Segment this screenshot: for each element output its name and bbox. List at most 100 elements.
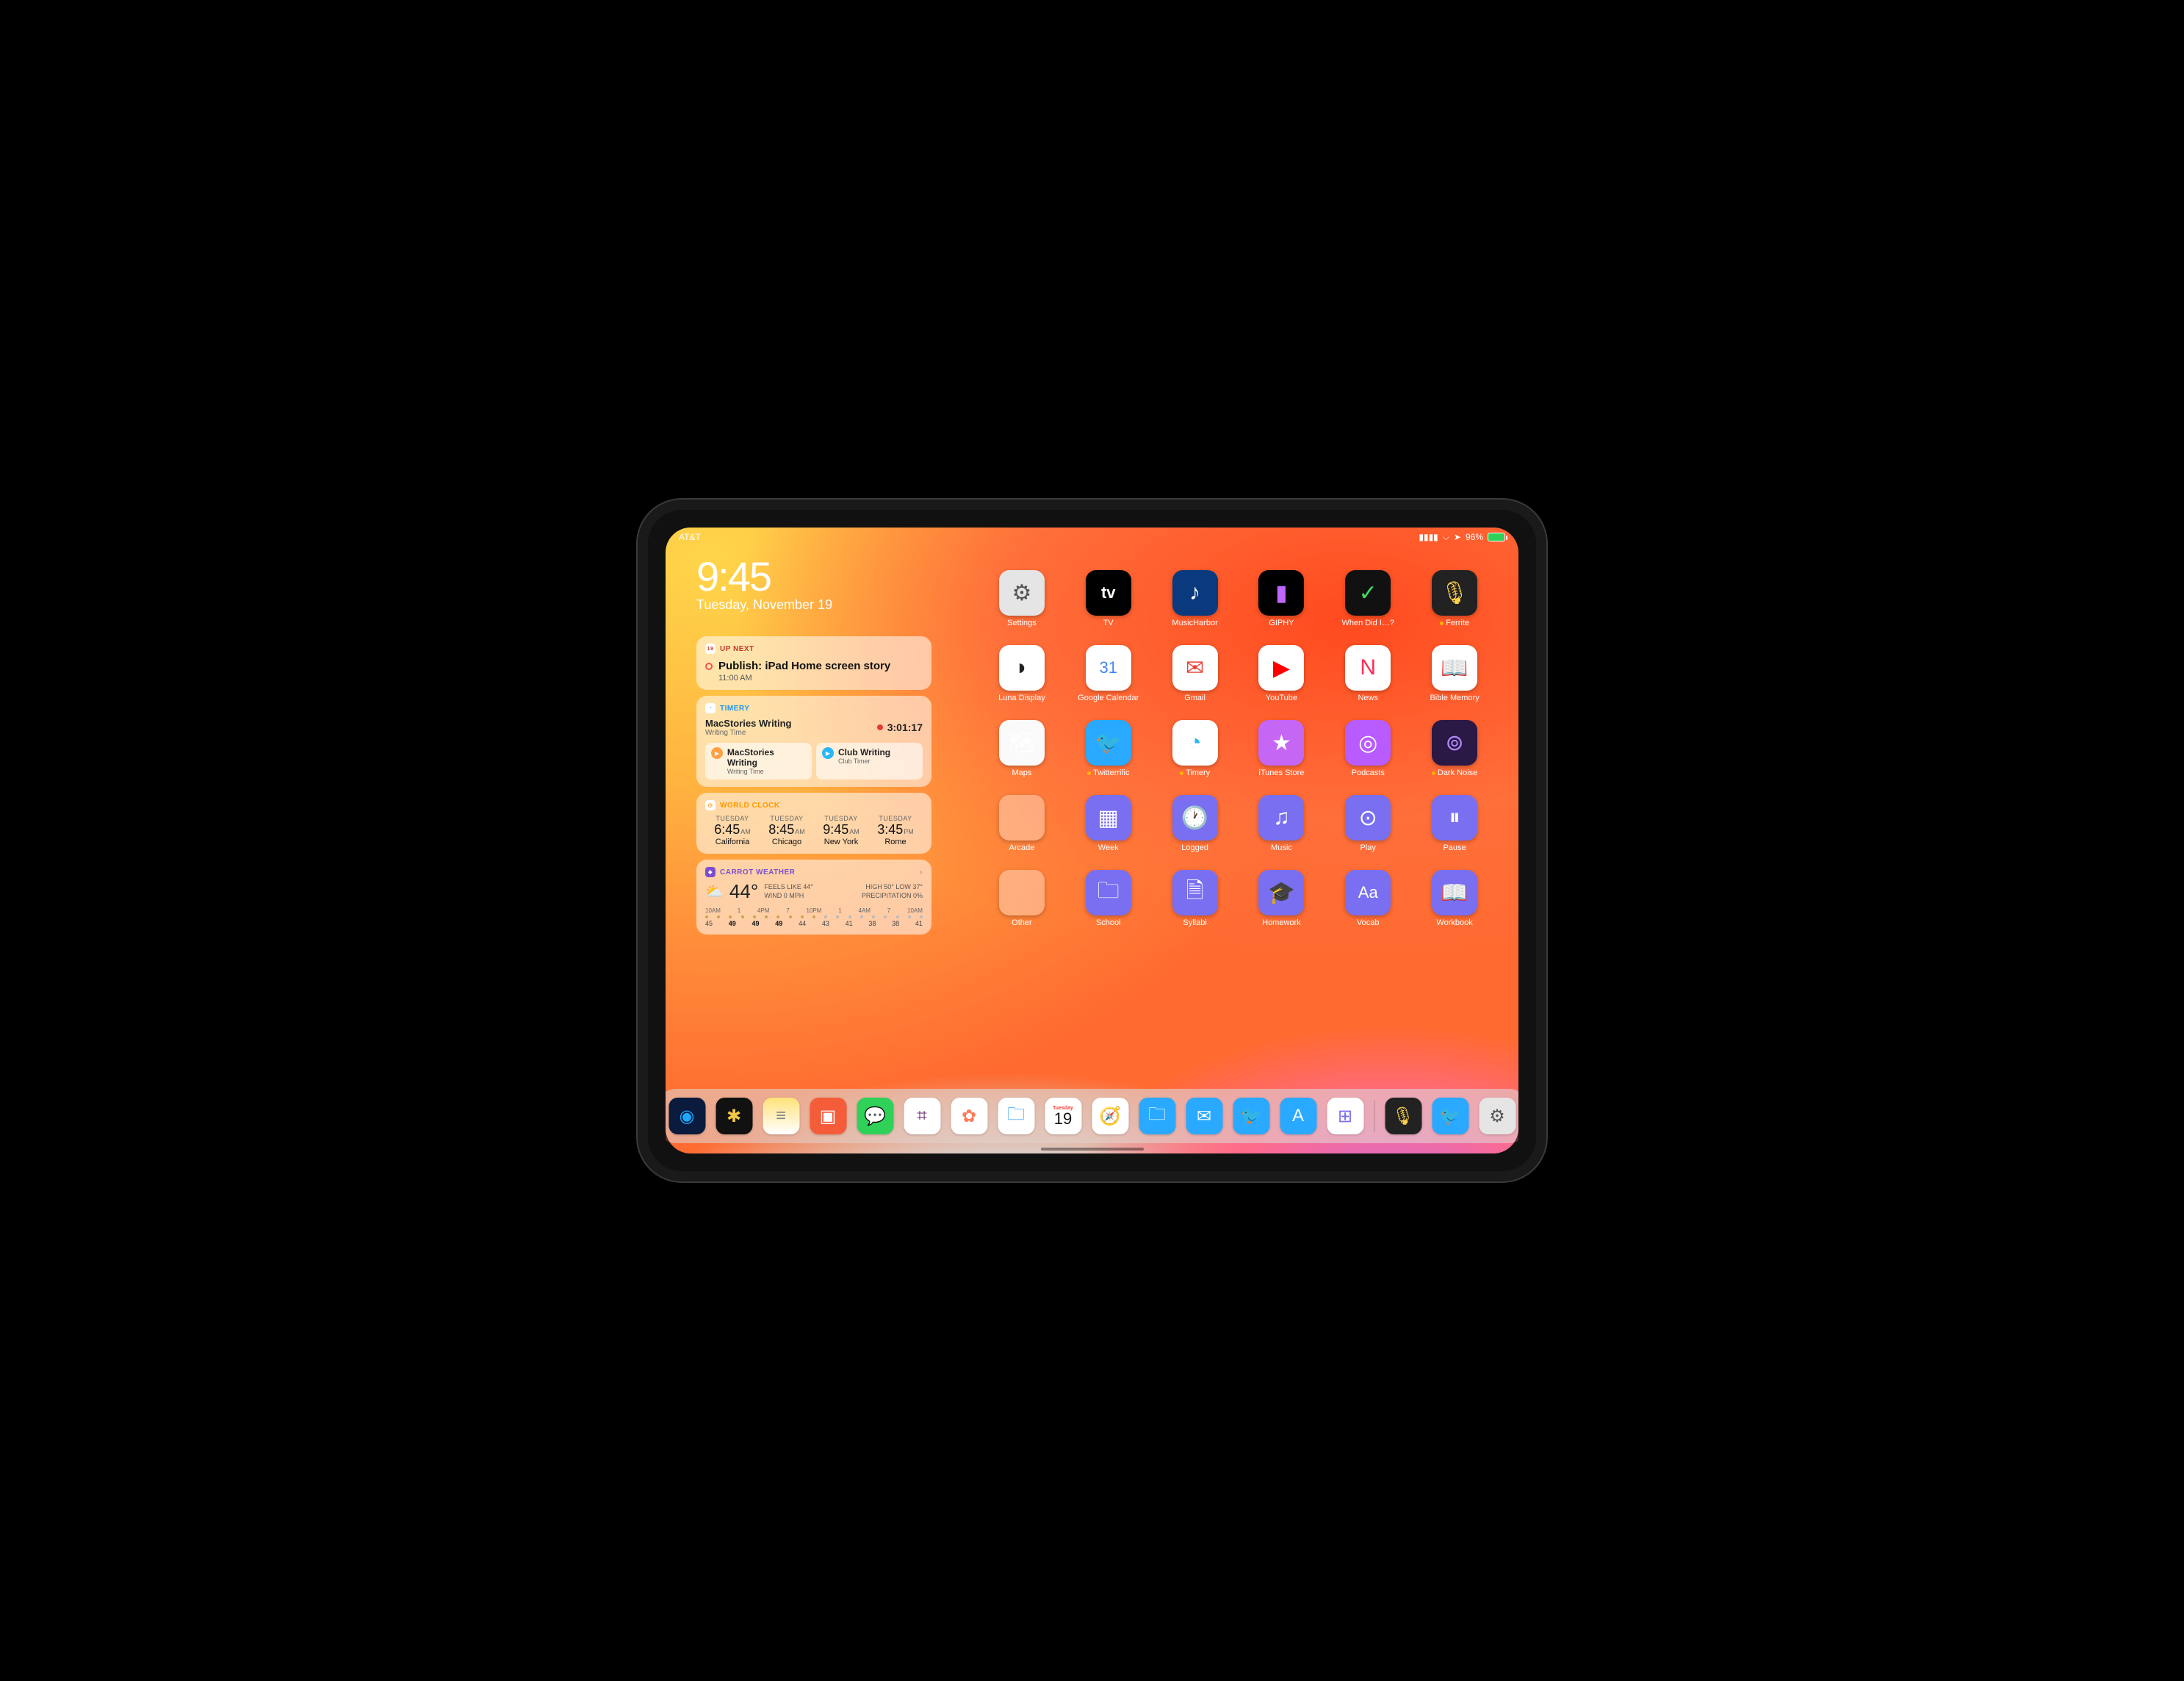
recording-icon xyxy=(877,724,883,730)
app-label: Maps xyxy=(1012,768,1031,777)
battery-icon xyxy=(1488,533,1505,541)
app-gmail[interactable]: ✉Gmail xyxy=(1162,645,1228,702)
app-label: Syllabi xyxy=(1183,918,1206,927)
clock-time: 9:45 xyxy=(696,552,832,600)
app-news[interactable]: NNews xyxy=(1335,645,1401,702)
app-icon: ✉ xyxy=(1172,645,1218,691)
app-workbook[interactable]: 📖Workbook xyxy=(1421,870,1488,927)
widget-weather[interactable]: ◆ CARROT WEATHER › ⛅ 44° FEELS LIKE 44° … xyxy=(696,860,931,935)
app-icon: 📖 xyxy=(1432,870,1477,915)
app-logged[interactable]: 🕐Logged xyxy=(1162,795,1228,852)
dock-app-app-store[interactable]: A xyxy=(1280,1098,1316,1134)
app-dark-noise[interactable]: ⊚Dark Noise xyxy=(1421,720,1488,777)
app-google-calendar[interactable]: 31 Google Calendar xyxy=(1075,645,1142,702)
widget-upnext[interactable]: 19 UP NEXT Publish: iPad Home screen sto… xyxy=(696,636,931,690)
dock-app-mail[interactable]: ✉ xyxy=(1186,1098,1222,1134)
app-homework[interactable]: 🎓Homework xyxy=(1249,870,1315,927)
dock-app-ferrite[interactable]: 🎙 xyxy=(1385,1098,1421,1134)
app-icon: Aa xyxy=(1345,870,1391,915)
worldclock-city: TUESDAY3:45PMRome xyxy=(868,815,923,846)
app-musicharbor[interactable]: ♪MusicHarbor xyxy=(1162,570,1228,627)
widget-worldclock[interactable]: ◷ WORLD CLOCK TUESDAY6:45AMCaliforniaTUE… xyxy=(696,793,931,854)
timery-start-button-2[interactable]: ▶ Club Writing Club Timer xyxy=(816,743,923,780)
app-syllabi[interactable]: 🗎 Syllabi xyxy=(1162,870,1228,927)
event-time: 11:00 AM xyxy=(718,674,923,683)
weather-condition-icon: ⛅ xyxy=(705,882,724,901)
app-tv[interactable]: tvTV xyxy=(1075,570,1142,627)
weather-feels: FEELS LIKE 44° xyxy=(764,883,813,892)
dock-app-photos[interactable]: ✿ xyxy=(951,1098,987,1134)
app-label: Settings xyxy=(1007,619,1037,627)
app-icon: 31 xyxy=(1086,645,1131,691)
timery-btn1-project: MacStories Writing xyxy=(727,747,806,768)
app-label: Vocab xyxy=(1357,918,1380,927)
app-pause[interactable]: ⏸Pause xyxy=(1421,795,1488,852)
dock-app-deliveries[interactable]: ▣ xyxy=(810,1098,846,1134)
dock-app-safari[interactable]: 🧭 xyxy=(1092,1098,1128,1134)
widget-timery[interactable]: ◔ TIMERY MacStories Writing Writing Time… xyxy=(696,696,931,787)
app-label: Music xyxy=(1271,843,1292,852)
app-icon: ★ xyxy=(1258,720,1304,766)
chevron-right-icon: › xyxy=(920,868,923,877)
dock-app-twitter[interactable]: 🐦 xyxy=(1233,1098,1269,1134)
dock-app-twitterrific[interactable]: 🐦 xyxy=(1432,1098,1468,1134)
app-play[interactable]: ⊙Play xyxy=(1335,795,1401,852)
app-label: GIPHY xyxy=(1269,619,1294,627)
dock-app-shortcuts[interactable]: ⊞ xyxy=(1327,1098,1363,1134)
dock-app-messages[interactable]: 💬 xyxy=(857,1098,893,1134)
app-ferrite[interactable]: 🎙Ferrite xyxy=(1421,570,1488,627)
app-other[interactable]: Other xyxy=(989,870,1055,927)
dock-app-day-one[interactable]: ✱ xyxy=(716,1098,752,1134)
today-view: 19 UP NEXT Publish: iPad Home screen sto… xyxy=(696,636,931,935)
dock-app-files[interactable]: 🗀 xyxy=(998,1098,1034,1134)
app-week[interactable]: ▦Week xyxy=(1075,795,1142,852)
calendar-badge-icon: 19 xyxy=(705,644,716,654)
app-when-did-i-[interactable]: ✓When Did I…? xyxy=(1335,570,1401,627)
app-vocab[interactable]: Aa Vocab xyxy=(1335,870,1401,927)
app-giphy[interactable]: ▮GIPHY xyxy=(1249,570,1315,627)
app-icon: ✓ xyxy=(1345,570,1391,616)
app-itunes-store[interactable]: ★iTunes Store xyxy=(1249,720,1315,777)
app-podcasts[interactable]: ◎Podcasts xyxy=(1335,720,1401,777)
location-icon: ➤ xyxy=(1454,532,1461,542)
dock-app-notes[interactable]: ≡ xyxy=(763,1098,799,1134)
timery-start-button-1[interactable]: ▶ MacStories Writing Writing Time xyxy=(705,743,812,780)
app-twitterrific[interactable]: 🐦Twitterrific xyxy=(1075,720,1142,777)
app-label: Play xyxy=(1361,843,1376,852)
signal-icon: ▮▮▮▮ xyxy=(1419,532,1438,542)
weather-high: HIGH 50° xyxy=(865,883,894,890)
dock-app-calendar[interactable]: Tuesday19 xyxy=(1045,1098,1081,1134)
app-youtube[interactable]: ▶YouTube xyxy=(1249,645,1315,702)
app-bible-memory[interactable]: 📖Bible Memory xyxy=(1421,645,1488,702)
app-maps[interactable]: 🗺Maps xyxy=(989,720,1055,777)
app-icon: 🗎 xyxy=(1172,870,1218,915)
app-music[interactable]: ♫Music xyxy=(1249,795,1315,852)
app-school[interactable]: 🗀School xyxy=(1075,870,1142,927)
app-label: Timery xyxy=(1180,768,1210,777)
widget-weather-title: CARROT WEATHER xyxy=(720,868,795,877)
dock-app-slack[interactable]: ⌗ xyxy=(904,1098,940,1134)
app-icon: 🎙 xyxy=(1432,570,1477,616)
app-timery[interactable]: ◔Timery xyxy=(1162,720,1228,777)
dock-app-1password[interactable]: ◉ xyxy=(668,1098,705,1134)
dock-app-files2[interactable]: 🗀 xyxy=(1139,1098,1175,1134)
app-label: Logged xyxy=(1181,843,1208,852)
dock-app-settings[interactable]: ⚙ xyxy=(1479,1098,1516,1134)
app-settings[interactable]: ⚙Settings xyxy=(989,570,1055,627)
folder-icon xyxy=(999,870,1045,915)
app-label: TV xyxy=(1103,619,1114,627)
widget-timery-title: TIMERY xyxy=(720,705,749,713)
timery-task: Writing Time xyxy=(705,729,792,737)
app-icon: ◗ xyxy=(999,645,1045,691)
app-luna-display[interactable]: ◗Luna Display xyxy=(989,645,1055,702)
update-indicator-icon xyxy=(1087,771,1091,775)
app-label: Week xyxy=(1098,843,1119,852)
update-indicator-icon xyxy=(1432,771,1435,775)
app-arcade[interactable]: Arcade xyxy=(989,795,1055,852)
weather-low: LOW 37° xyxy=(895,883,923,890)
app-label: News xyxy=(1358,694,1378,702)
app-icon: ▶ xyxy=(1258,645,1304,691)
home-indicator[interactable] xyxy=(1041,1148,1144,1151)
widget-worldclock-title: WORLD CLOCK xyxy=(720,802,780,810)
app-label: Google Calendar xyxy=(1078,694,1139,702)
